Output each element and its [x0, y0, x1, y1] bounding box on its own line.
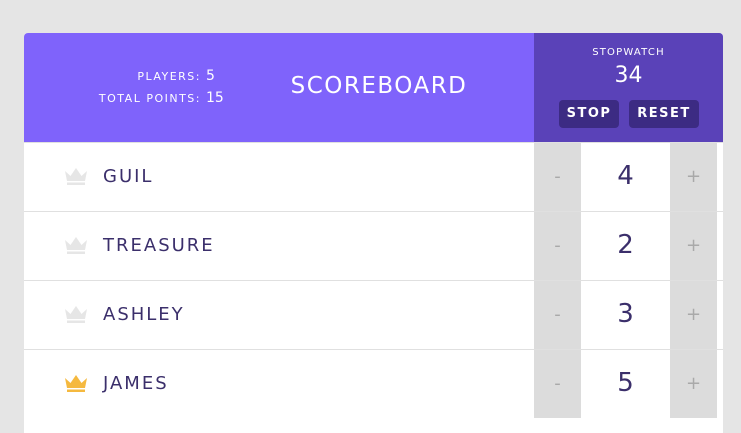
increment-button[interactable]: +	[670, 350, 717, 418]
player-name: ASHLEY	[103, 304, 185, 325]
player-row: TREASURE - 2 +	[24, 211, 723, 280]
reset-button[interactable]: RESET	[629, 100, 699, 128]
player-row: JAMES - 5 +	[24, 349, 723, 418]
player-score: 4	[581, 143, 670, 211]
players-label: PLAYERS:	[137, 70, 201, 83]
crown-icon	[65, 168, 87, 185]
page-title: SCOREBOARD	[290, 73, 468, 99]
decrement-button[interactable]: -	[534, 281, 581, 349]
score-counter: - 4 +	[534, 143, 723, 211]
scoreboard-header: PLAYERS: 5 TOTAL POINTS: 15 SCOREBOARD S…	[24, 33, 723, 142]
stop-button[interactable]: STOP	[559, 100, 619, 128]
decrement-button[interactable]: -	[534, 350, 581, 418]
stopwatch-label: STOPWATCH	[592, 47, 665, 58]
player-score: 3	[581, 281, 670, 349]
stats-panel: PLAYERS: 5 TOTAL POINTS: 15	[24, 68, 224, 112]
players-stat: PLAYERS: 5	[24, 68, 224, 90]
player-row: GUIL - 4 +	[24, 142, 723, 211]
total-points-label: TOTAL POINTS:	[98, 92, 201, 105]
stopwatch-time: 34	[614, 63, 643, 88]
player-score: 2	[581, 212, 670, 280]
score-counter: - 5 +	[534, 350, 723, 418]
crown-icon	[65, 237, 87, 254]
crown-icon	[65, 306, 87, 323]
scoreboard: PLAYERS: 5 TOTAL POINTS: 15 SCOREBOARD S…	[24, 33, 723, 433]
increment-button[interactable]: +	[670, 281, 717, 349]
player-score: 5	[581, 350, 670, 418]
crown-icon	[65, 375, 87, 392]
player-name: JAMES	[103, 373, 169, 394]
total-points-stat: TOTAL POINTS: 15	[24, 90, 224, 112]
stopwatch: STOPWATCH 34 STOP RESET	[534, 33, 723, 142]
players-count: 5	[206, 68, 215, 84]
total-points-count: 15	[206, 90, 224, 106]
score-counter: - 2 +	[534, 212, 723, 280]
score-counter: - 3 +	[534, 281, 723, 349]
increment-button[interactable]: +	[670, 143, 717, 211]
player-name: GUIL	[103, 166, 154, 187]
player-name: TREASURE	[103, 235, 215, 256]
player-row: ASHLEY - 3 +	[24, 280, 723, 349]
decrement-button[interactable]: -	[534, 143, 581, 211]
increment-button[interactable]: +	[670, 212, 717, 280]
decrement-button[interactable]: -	[534, 212, 581, 280]
